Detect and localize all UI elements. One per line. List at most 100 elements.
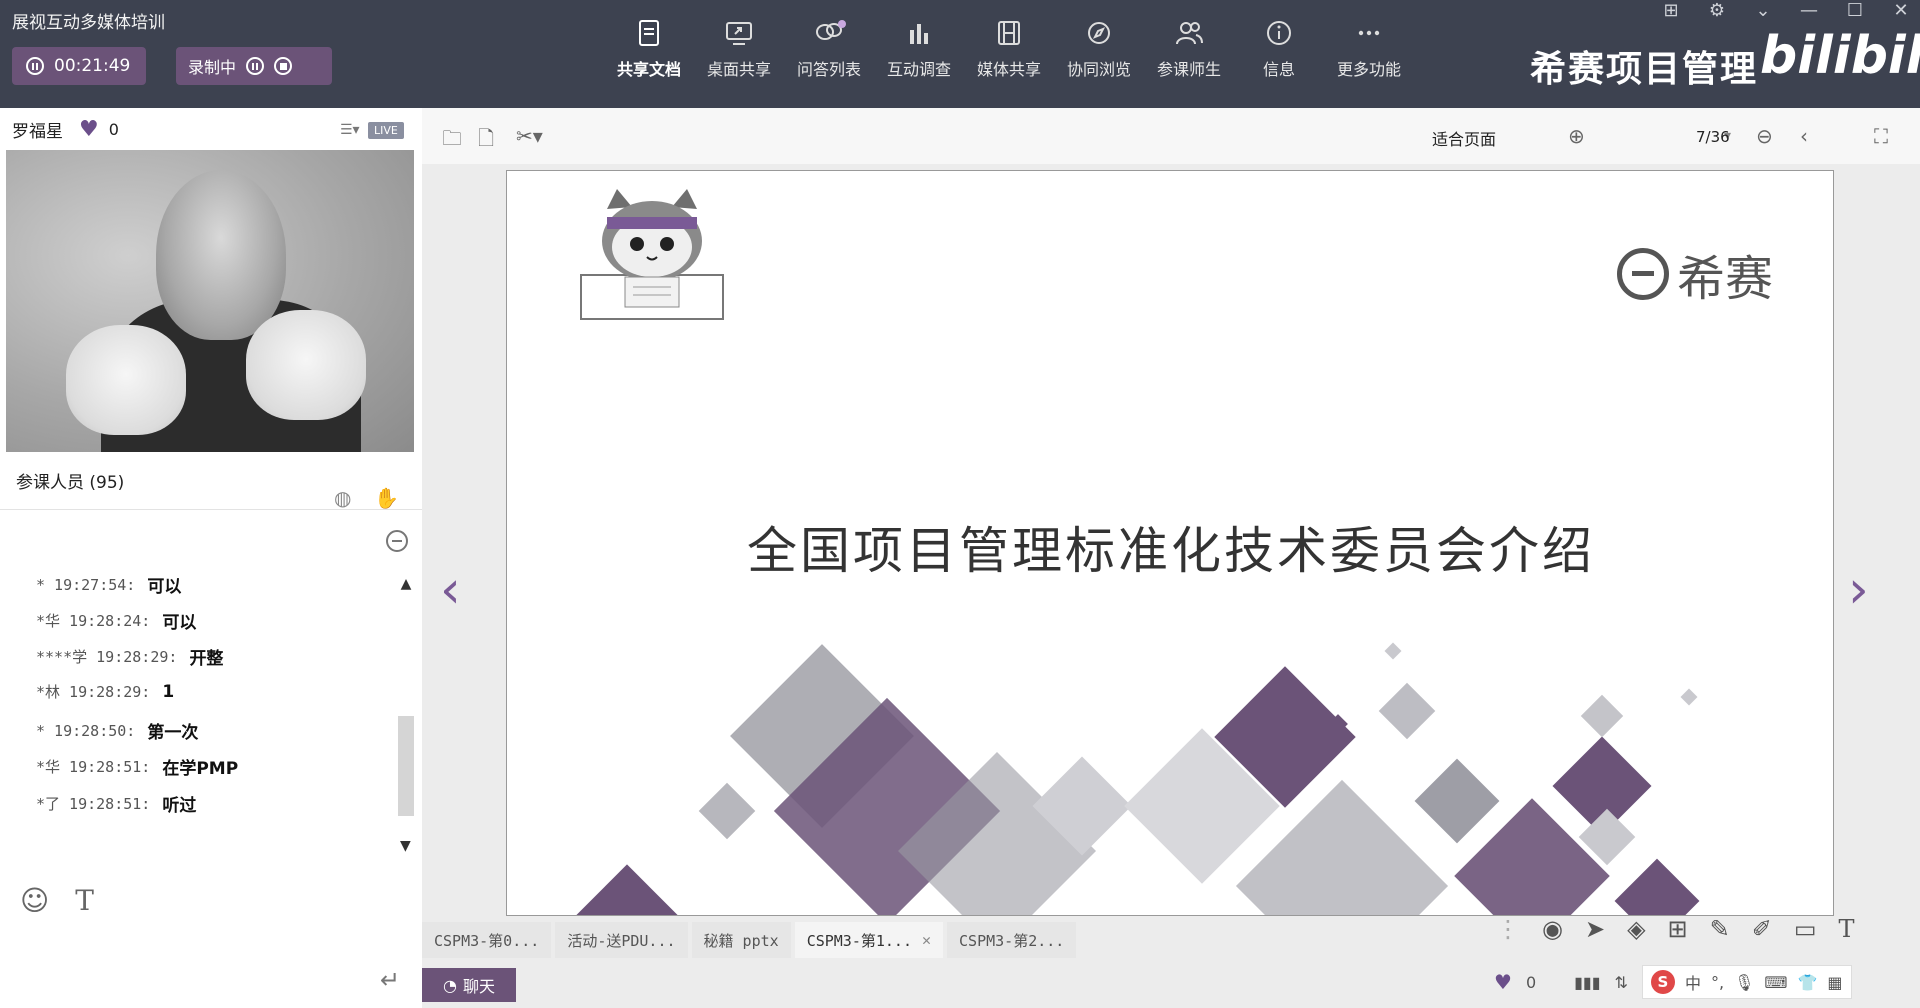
text-tool-icon[interactable]: T	[1839, 915, 1855, 943]
notification-dot	[838, 20, 846, 28]
doc-tab-active[interactable]: CSPM3-第1... ✕	[794, 922, 944, 958]
scroll-up-icon[interactable]: ▲	[396, 576, 416, 592]
document-tabs: CSPM3-第0... 活动-送PDU... 秘籍 pptx CSPM3-第1.…	[422, 922, 1080, 958]
toolbar-co-browse[interactable]: 协同浏览	[1054, 18, 1144, 98]
hand-icon[interactable]: ✋	[374, 486, 399, 510]
list-item: ****学 19:28:29: 开整	[36, 648, 224, 669]
stamp-icon[interactable]: ⊞	[1668, 915, 1688, 943]
close-tab-icon[interactable]: ✕	[922, 931, 931, 949]
skin-icon: 👕	[1797, 972, 1818, 992]
new-file-icon[interactable]: 🗋	[478, 124, 494, 158]
bilibili-logo: bilibili	[1760, 26, 1920, 86]
fit-screen-icon[interactable]: ⛶	[1874, 124, 1888, 148]
grid-icon: ▦	[1827, 972, 1843, 992]
network-updown-icon: ⇅	[1614, 972, 1628, 992]
minimize-icon[interactable]: —	[1796, 0, 1822, 21]
app-title: 展视互动多媒体培训	[12, 13, 165, 33]
doc-tab[interactable]: 活动-送PDU...	[555, 922, 688, 958]
timer-pause-button[interactable]: 00:21:49	[12, 47, 146, 85]
pause-recording-icon[interactable]	[246, 57, 265, 75]
info-icon	[1267, 21, 1291, 45]
logo-mark-icon	[1617, 248, 1669, 300]
chat-scrollbar[interactable]: ▲ ▼	[396, 576, 416, 866]
eraser-icon[interactable]: ◈	[1627, 915, 1645, 943]
zoom-in-icon[interactable]: ⊕	[1568, 124, 1585, 148]
zoom-select[interactable]: 适合页面	[1432, 126, 1496, 150]
sogou-icon: S	[1650, 970, 1675, 994]
list-item: * 19:28:50: 第一次	[36, 721, 199, 744]
like-count: 0	[108, 119, 119, 139]
text-format-icon[interactable]: T	[75, 884, 94, 917]
ime-toolbar[interactable]: S 中 °, 🎙 ⌨ 👕 ▦	[1641, 965, 1852, 999]
toolbar-info[interactable]: 信息	[1234, 18, 1324, 98]
signal-icon: ▮▮▮	[1574, 972, 1601, 992]
rectangle-icon[interactable]: ▭	[1794, 915, 1817, 943]
list-menu-icon[interactable]: ☰▾	[340, 122, 360, 138]
toolbar-attendees[interactable]: 参课师生	[1144, 18, 1234, 98]
presenter-name: 罗福星	[12, 121, 63, 142]
chat-button[interactable]: ◔ 聊天	[422, 968, 516, 1002]
maximize-icon[interactable]: ☐	[1842, 0, 1868, 21]
brand-watermark: 希赛项目管理	[1530, 49, 1759, 90]
pen-icon[interactable]: ✎	[1710, 915, 1730, 943]
stop-recording-icon[interactable]	[274, 57, 293, 75]
list-item: *了 19:28:51: 听过	[36, 795, 197, 816]
participants-header[interactable]: 参课人员 (95)	[0, 452, 422, 510]
folder-open-icon[interactable]: 🗀	[442, 124, 462, 158]
collapse-icon[interactable]	[386, 530, 408, 552]
heart-icon[interactable]: ♥	[1494, 970, 1512, 994]
list-item: * 19:27:54: 可以	[36, 575, 182, 598]
chat-list: * 19:27:54: 可以 *华 19:28:24: 可以 ****学 19:28…	[0, 510, 422, 870]
participants-label: 参课人员 (95)	[16, 473, 125, 493]
zoom-out-icon[interactable]: ⊖	[1756, 124, 1773, 148]
page-indicator[interactable]: 7/36	[1696, 128, 1730, 146]
scissors-icon[interactable]: ✂▾	[516, 124, 543, 148]
recording-label: 录制中	[188, 58, 237, 77]
slide-prev-arrow[interactable]: ‹	[440, 560, 461, 620]
status-like-count: 0	[1525, 972, 1537, 992]
desktop-share-icon	[726, 22, 752, 45]
scroll-down-icon[interactable]: ▼	[400, 838, 411, 854]
doc-tab[interactable]: CSPM3-第0...	[422, 922, 552, 958]
toolbar-survey[interactable]: 互动调查	[874, 18, 964, 98]
document-icon	[639, 20, 659, 46]
pause-icon	[26, 57, 44, 75]
window-controls: ⊞ ⚙ ⌄ — ☐ ✕	[1658, 0, 1914, 21]
compass-icon	[1088, 22, 1110, 44]
left-panel: 罗福星 ♥ 0 ☰▾ LIVE 参课人员 (95) ◍ ✋ * 19:27:54…	[0, 108, 422, 1008]
toolbar-share-document[interactable]: 共享文档	[604, 18, 694, 98]
more-icon	[1358, 30, 1380, 36]
toolbar-desktop-share[interactable]: 桌面共享	[694, 18, 784, 98]
record-dot-icon[interactable]: ◉	[1542, 915, 1563, 943]
chat-bubble-icon: ◔	[443, 975, 457, 995]
slide-canvas: 希赛 全国项目管理标准化技术委员会介绍	[506, 170, 1834, 916]
doc-tab[interactable]: 秘籍 pptx	[691, 922, 791, 958]
toolbar-qa-list[interactable]: 问答列表	[784, 18, 874, 98]
mute-all-icon[interactable]: ◍	[334, 486, 351, 510]
scroll-thumb[interactable]	[398, 716, 414, 816]
slide-next-arrow[interactable]: ›	[1848, 560, 1869, 620]
ime-language: 中	[1684, 974, 1701, 993]
layout-icon[interactable]: ⊞	[1658, 0, 1684, 21]
close-icon[interactable]: ✕	[1888, 0, 1914, 21]
timer-text: 00:21:49	[54, 56, 131, 76]
recording-control[interactable]: 录制中	[176, 47, 332, 85]
settings-icon[interactable]: ⚙	[1704, 0, 1730, 21]
heart-icon[interactable]: ♥	[79, 117, 99, 142]
prev-page-icon[interactable]: ‹	[1800, 124, 1808, 148]
chat-tools: ☺ T	[20, 884, 94, 917]
doc-tab[interactable]: CSPM3-第2...	[947, 922, 1077, 958]
toolbar-media-share[interactable]: 媒体共享	[964, 18, 1054, 98]
cat-mascot-image	[580, 189, 724, 320]
send-icon[interactable]: ↵	[380, 966, 400, 994]
pointer-icon[interactable]: ➤	[1585, 915, 1605, 943]
toolbar-more[interactable]: 更多功能	[1324, 18, 1414, 98]
chevron-down-icon[interactable]: ⌄	[1750, 0, 1776, 21]
emoji-icon[interactable]: ☺	[20, 884, 49, 917]
microphone-icon: 🎙	[1734, 972, 1755, 992]
people-icon	[1176, 22, 1203, 45]
slide-title: 全国项目管理标准化技术委员会介绍	[747, 522, 1595, 580]
film-icon	[998, 21, 1020, 45]
keyboard-icon: ⌨	[1764, 972, 1788, 992]
marker-icon[interactable]: ✐	[1752, 915, 1772, 943]
